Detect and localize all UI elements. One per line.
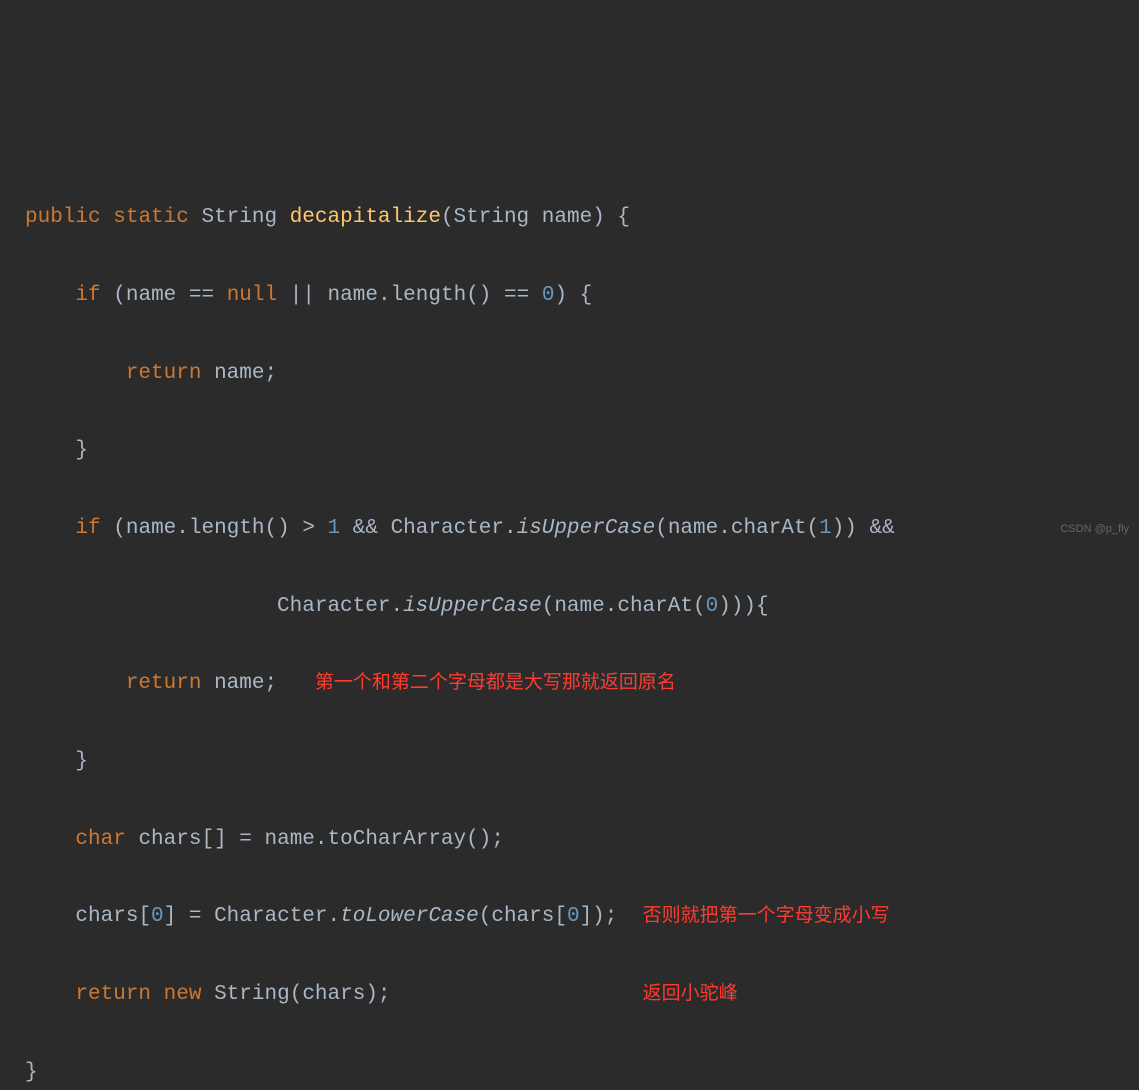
code-line-2: if (name == null || name.length() == 0) … [25, 277, 1114, 316]
code-line-12: } [25, 1054, 1114, 1090]
annotation-comment-3: 返回小驼峰 [643, 983, 738, 1004]
number-literal: 1 [328, 517, 341, 540]
keyword-return: return [126, 362, 202, 385]
keyword-public: public [25, 206, 101, 229]
code-editor: public static String decapitalize(String… [25, 160, 1114, 1090]
code-line-8: } [25, 743, 1114, 782]
code-line-9: char chars[] = name.toCharArray(); [25, 821, 1114, 860]
code-line-5: if (name.length() > 1 && Character.isUpp… [25, 510, 1114, 549]
type-string: String [201, 206, 277, 229]
keyword-static: static [113, 206, 189, 229]
number-literal: 0 [151, 905, 164, 928]
keyword-if: if [75, 284, 100, 307]
static-method: toLowerCase [340, 905, 479, 928]
watermark: CSDN @p_fly [1060, 519, 1129, 539]
keyword-return: return [126, 672, 202, 695]
code-line-3: return name; [25, 355, 1114, 394]
keyword-char: char [75, 828, 125, 851]
number-literal: 0 [567, 905, 580, 928]
number-literal: 0 [542, 284, 555, 307]
code-line-6: Character.isUpperCase(name.charAt(0))){ [25, 588, 1114, 627]
code-line-1: public static String decapitalize(String… [25, 199, 1114, 238]
code-line-10: chars[0] = Character.toLowerCase(chars[0… [25, 898, 1114, 937]
code-line-7: return name; 第一个和第二个字母都是大写那就返回原名 [25, 665, 1114, 704]
method-name: decapitalize [290, 206, 441, 229]
static-method: isUpperCase [403, 595, 542, 618]
number-literal: 1 [819, 517, 832, 540]
keyword-null: null [227, 284, 277, 307]
static-method: isUpperCase [517, 517, 656, 540]
code-line-11: return new String(chars); 返回小驼峰 [25, 976, 1114, 1015]
code-line-4: } [25, 432, 1114, 471]
annotation-comment-1: 第一个和第二个字母都是大写那就返回原名 [315, 672, 676, 693]
keyword-if: if [75, 517, 100, 540]
keyword-return: return [75, 983, 151, 1006]
annotation-comment-2: 否则就把第一个字母变成小写 [643, 905, 890, 926]
keyword-new: new [151, 983, 201, 1006]
number-literal: 0 [706, 595, 719, 618]
